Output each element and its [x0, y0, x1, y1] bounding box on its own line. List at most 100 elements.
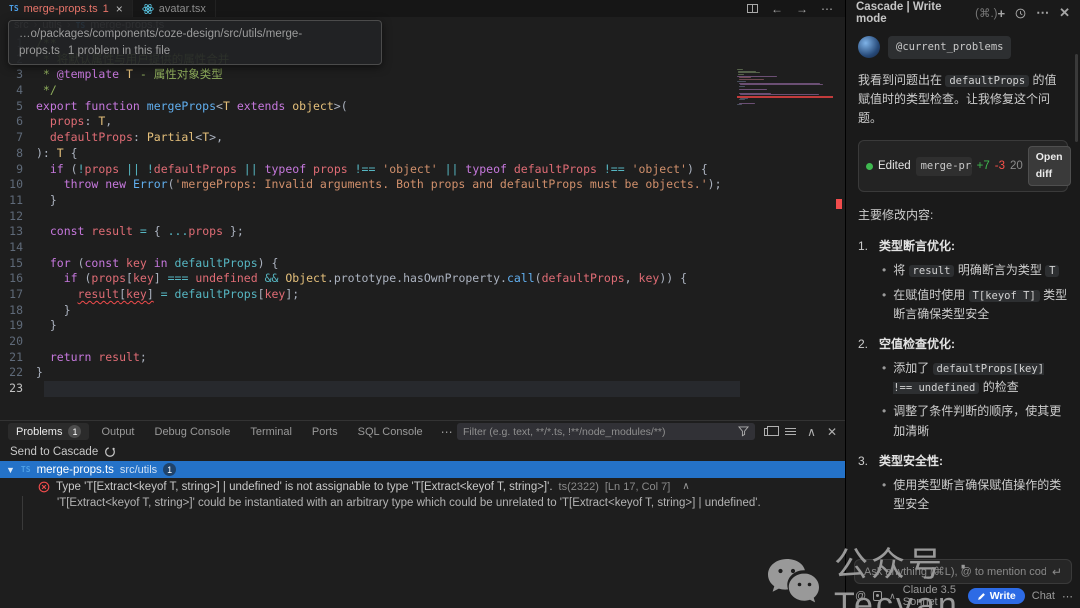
- mention-icon[interactable]: @: [855, 590, 866, 602]
- code-line[interactable]: 5export function mergeProps<T extends ob…: [0, 99, 845, 115]
- problems-filter[interactable]: [457, 423, 755, 440]
- line-number: 4: [0, 83, 36, 99]
- code-line[interactable]: 22}: [0, 365, 845, 381]
- footer-more-icon[interactable]: ⋯: [1062, 590, 1073, 603]
- close-tab-icon[interactable]: ×: [116, 2, 123, 16]
- code-line[interactable]: 17 result[key] = defaultProps[key];: [0, 287, 845, 303]
- file-path-tooltip: …o/packages/components/coze-design/src/u…: [8, 20, 382, 65]
- problems-count-badge: 1: [68, 425, 81, 438]
- problem-related-info[interactable]: 'T[Extract<keyof T, string>]' could be i…: [0, 495, 845, 511]
- chevron-down-icon[interactable]: ▼: [6, 465, 15, 475]
- code-line[interactable]: 13 const result = { ...props };: [0, 224, 845, 240]
- panel-more-tabs-icon[interactable]: ⋯: [435, 425, 459, 439]
- code-lines: 1/**2 * 将默认属性与用户提供的属性合并3 * @template T -…: [0, 36, 845, 397]
- diff-additions: +7: [977, 157, 990, 175]
- line-number: 9: [0, 162, 36, 178]
- tab-terminal[interactable]: Terminal: [242, 424, 300, 440]
- tab-ports[interactable]: Ports: [304, 424, 346, 440]
- problems-file-name: merge-props.ts: [37, 464, 114, 476]
- edit-status-label: Edited: [878, 157, 911, 175]
- code-line[interactable]: 21 return result;: [0, 350, 845, 366]
- minimap-line: [737, 106, 833, 108]
- code-editor[interactable]: 1/**2 * 将默认属性与用户提供的属性合并3 * @template T -…: [0, 36, 845, 420]
- code-line[interactable]: 11 }: [0, 193, 845, 209]
- code-line[interactable]: 12: [0, 209, 845, 225]
- navigate-forward-icon[interactable]: →: [796, 2, 808, 16]
- open-diff-button[interactable]: Open diff: [1028, 146, 1071, 186]
- bottom-panel: Problems 1 Output Debug Console Terminal…: [0, 420, 845, 608]
- group-by-icon[interactable]: [764, 428, 774, 436]
- code-line[interactable]: 7 defaultProps: Partial<T>,: [0, 130, 845, 146]
- code-line[interactable]: 3 * @template T - 属性对象类型: [0, 67, 845, 83]
- model-selector-chevron-icon[interactable]: ∧: [889, 591, 896, 602]
- tab-problems[interactable]: Problems 1: [8, 423, 89, 440]
- collapse-panel-icon[interactable]: ∧: [807, 425, 816, 439]
- view-as-list-icon[interactable]: [785, 428, 796, 435]
- diff-deletions: -3: [995, 157, 1005, 175]
- bullet-item: •在赋值时使用 T[keyof T] 类型断言确保类型安全: [882, 286, 1068, 324]
- minimap[interactable]: [737, 69, 833, 108]
- code-line[interactable]: 9 if (!props || !defaultProps || typeof …: [0, 162, 845, 178]
- tab-merge-props[interactable]: TS merge-props.ts 1 ×: [0, 0, 133, 17]
- react-icon: [142, 3, 154, 15]
- line-number: 6: [0, 114, 36, 130]
- cascade-logo-icon: [104, 446, 116, 458]
- send-to-cascade[interactable]: Send to Cascade: [0, 442, 845, 461]
- tooltip-problem-info: props.ts1 problem in this file: [19, 43, 371, 60]
- write-mode-button[interactable]: Write: [968, 588, 1025, 604]
- attach-image-icon[interactable]: [873, 591, 882, 601]
- navigate-back-icon[interactable]: ←: [771, 2, 783, 16]
- collapse-related-icon[interactable]: ∧: [682, 481, 689, 492]
- cascade-more-icon[interactable]: ⋯: [1036, 5, 1049, 21]
- model-selector[interactable]: Claude 3.5 Sonnet: [903, 584, 961, 608]
- code-line[interactable]: 10 throw new Error('mergeProps: Invalid …: [0, 177, 845, 193]
- error-location: [Ln 17, Col 7]: [605, 481, 670, 493]
- tab-avatar[interactable]: avatar.tsx: [133, 0, 216, 17]
- edited-file-card: Edited merge-pro +7 -3 20 Open diff: [858, 140, 1068, 192]
- code-line[interactable]: 14: [0, 240, 845, 256]
- code-line[interactable]: 4 */: [0, 83, 845, 99]
- tab-debug-console[interactable]: Debug Console: [147, 424, 239, 440]
- send-to-cascade-label: Send to Cascade: [10, 446, 98, 458]
- chat-mode-button[interactable]: Chat: [1032, 590, 1055, 602]
- code-line[interactable]: 19 }: [0, 318, 845, 334]
- code-line[interactable]: 23: [0, 381, 845, 397]
- tab-sql-console[interactable]: SQL Console: [350, 424, 431, 440]
- close-cascade-icon[interactable]: ✕: [1059, 5, 1070, 21]
- line-number: 20: [0, 334, 36, 350]
- problem-error-row[interactable]: Type 'T[Extract<keyof T, string>] | unde…: [0, 478, 845, 495]
- edited-file-chip[interactable]: merge-pro: [916, 157, 972, 176]
- change-section: 3.类型安全性:•使用类型断言确保赋值操作的类型安全•保持了函数的整体类型签名不…: [858, 452, 1068, 510]
- change-section: 1.类型断言优化:•将 result 明确断言为类型 T•在赋值时使用 T[ke…: [858, 237, 1068, 329]
- code-line[interactable]: 20: [0, 334, 845, 350]
- close-panel-icon[interactable]: ✕: [827, 425, 837, 439]
- inline-code-chip: defaultProps[key] !== undefined: [893, 363, 1044, 394]
- overview-ruler-error-mark: [836, 199, 842, 209]
- code-line[interactable]: 6 props: T,: [0, 114, 845, 130]
- line-number: 13: [0, 224, 36, 240]
- history-icon[interactable]: [1015, 8, 1026, 19]
- tab-output[interactable]: Output: [93, 424, 142, 440]
- code-line[interactable]: 15 for (const key in defaultProps) {: [0, 256, 845, 272]
- cascade-scrollbar[interactable]: [1075, 54, 1078, 142]
- panel-tab-bar: Problems 1 Output Debug Console Terminal…: [0, 421, 845, 442]
- pencil-icon: [977, 592, 986, 601]
- code-line[interactable]: 18 }: [0, 303, 845, 319]
- minimap-lines: [737, 69, 833, 108]
- cascade-input-box[interactable]: ↵: [854, 559, 1072, 584]
- cascade-input[interactable]: [864, 566, 1046, 578]
- problems-filter-input[interactable]: [463, 426, 738, 438]
- split-editor-icon[interactable]: [747, 4, 758, 13]
- new-conversation-icon[interactable]: +: [998, 6, 1006, 21]
- line-number: 23: [0, 381, 36, 397]
- line-number: 17: [0, 287, 36, 303]
- line-number: 8: [0, 146, 36, 162]
- problems-file-row[interactable]: ▼ TS merge-props.ts src/utils 1: [0, 461, 845, 478]
- cascade-title: Cascade | Write mode: [856, 1, 971, 25]
- section-title: 类型断言优化:: [879, 237, 1068, 256]
- code-line[interactable]: 16 if (props[key] === undefined && Objec…: [0, 271, 845, 287]
- diff-extra: 20: [1010, 157, 1023, 175]
- code-line[interactable]: 8): T {: [0, 146, 845, 162]
- bullet-item: •添加了 defaultProps[key] !== undefined 的检查: [882, 359, 1068, 397]
- editor-more-actions-icon[interactable]: ⋯: [821, 2, 833, 16]
